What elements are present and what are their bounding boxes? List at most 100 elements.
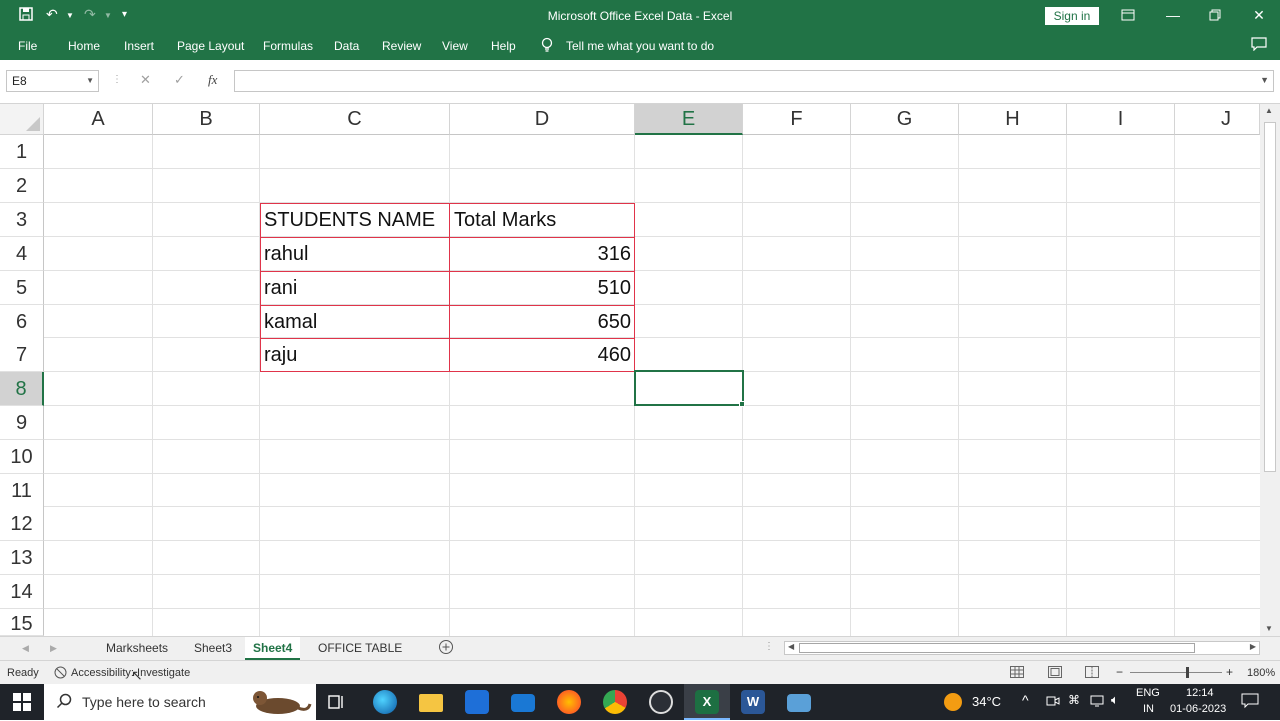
weather-sun-icon[interactable] bbox=[944, 693, 962, 711]
minimize-button[interactable]: — bbox=[1158, 4, 1188, 26]
column-header-f[interactable]: F bbox=[743, 104, 851, 135]
row-header-12[interactable]: 12 bbox=[0, 507, 44, 541]
normal-view-icon[interactable] bbox=[1010, 666, 1024, 681]
input-indicator-icon[interactable]: ⌘ bbox=[1068, 693, 1080, 707]
tab-help[interactable]: Help bbox=[491, 39, 516, 53]
new-sheet-icon[interactable] bbox=[438, 639, 454, 658]
row-header-15[interactable]: 15 bbox=[0, 609, 44, 636]
file-explorer-icon[interactable] bbox=[419, 694, 443, 712]
network-icon[interactable] bbox=[1090, 694, 1104, 711]
row-header-1[interactable]: 1 bbox=[0, 135, 44, 169]
row-header-3[interactable]: 3 bbox=[0, 203, 44, 237]
taskbar-search-box[interactable]: Type here to search bbox=[44, 684, 316, 720]
chrome-icon[interactable] bbox=[603, 690, 627, 714]
remote-desktop-icon[interactable] bbox=[787, 694, 811, 712]
column-header-e[interactable]: E bbox=[635, 104, 743, 135]
zoom-level[interactable]: 180% bbox=[1247, 667, 1275, 679]
row-header-9[interactable]: 9 bbox=[0, 406, 44, 440]
row-header-14[interactable]: 14 bbox=[0, 575, 44, 609]
zoom-in-icon[interactable]: + bbox=[1226, 665, 1233, 679]
column-header-d[interactable]: D bbox=[450, 104, 635, 135]
sheet-tab-sheet3[interactable]: Sheet3 bbox=[194, 641, 232, 655]
tab-split-icon[interactable]: ⋮ bbox=[764, 641, 774, 652]
accessibility-icon[interactable] bbox=[54, 666, 67, 682]
zoom-slider[interactable] bbox=[1130, 672, 1222, 673]
active-cell[interactable] bbox=[634, 370, 744, 406]
column-header-c[interactable]: C bbox=[260, 104, 450, 135]
weather-temperature[interactable]: 34°C bbox=[972, 694, 1001, 709]
row-header-7[interactable]: 7 bbox=[0, 338, 44, 372]
row-header-8[interactable]: 8 bbox=[0, 372, 44, 406]
formula-input[interactable]: ▼ bbox=[234, 70, 1274, 92]
cancel-icon[interactable]: ✕ bbox=[140, 72, 151, 88]
sign-in-button[interactable]: Sign in bbox=[1045, 7, 1099, 25]
table-cell-name[interactable]: raju bbox=[264, 338, 448, 372]
row-header-5[interactable]: 5 bbox=[0, 271, 44, 305]
firefox-icon[interactable] bbox=[557, 690, 581, 714]
column-header-b[interactable]: B bbox=[153, 104, 260, 135]
tab-insert[interactable]: Insert bbox=[124, 39, 154, 53]
language-indicator[interactable]: ENG bbox=[1136, 687, 1160, 699]
row-header-6[interactable]: 6 bbox=[0, 305, 44, 339]
tab-page-layout[interactable]: Page Layout bbox=[177, 39, 244, 53]
table-cell-marks[interactable]: 316 bbox=[454, 237, 631, 271]
table-cell-marks[interactable]: 510 bbox=[454, 271, 631, 305]
excel-icon[interactable]: X bbox=[695, 690, 719, 714]
table-header-name[interactable]: STUDENTS NAME bbox=[264, 203, 448, 237]
tell-me-search[interactable]: Tell me what you want to do bbox=[566, 39, 714, 53]
notification-icon[interactable] bbox=[1241, 693, 1259, 712]
zoom-slider-thumb[interactable] bbox=[1186, 667, 1189, 678]
column-header-g[interactable]: G bbox=[851, 104, 959, 135]
edge-browser-icon[interactable] bbox=[373, 690, 397, 714]
chevron-up-icon[interactable]: ^ bbox=[1022, 692, 1029, 708]
column-header-j[interactable]: J bbox=[1175, 104, 1260, 135]
vertical-scrollbar[interactable]: ▲ ▼ bbox=[1260, 104, 1280, 636]
table-cell-name[interactable]: rahul bbox=[264, 237, 448, 271]
sheet-tab-sheet4[interactable]: Sheet4 bbox=[245, 637, 301, 660]
prev-sheet-icon[interactable]: ◀ bbox=[22, 643, 29, 654]
table-header-marks[interactable]: Total Marks bbox=[454, 203, 632, 237]
tab-review[interactable]: Review bbox=[382, 39, 421, 53]
insert-function-icon[interactable]: fx bbox=[208, 72, 217, 88]
restore-button[interactable] bbox=[1200, 4, 1230, 26]
clock-time[interactable]: 12:14 bbox=[1186, 687, 1214, 699]
select-all-corner[interactable] bbox=[0, 104, 44, 135]
expand-formula-bar-icon[interactable]: ▼ bbox=[1260, 75, 1269, 85]
chevron-down-icon[interactable]: ▼ bbox=[86, 71, 94, 91]
comments-icon[interactable] bbox=[1251, 37, 1267, 54]
row-header-2[interactable]: 2 bbox=[0, 169, 44, 203]
horizontal-scroll-thumb[interactable] bbox=[799, 643, 1195, 653]
tab-data[interactable]: Data bbox=[334, 39, 359, 53]
scroll-down-icon[interactable]: ▼ bbox=[1265, 624, 1273, 633]
close-button[interactable]: ✕ bbox=[1244, 4, 1274, 26]
excel-taskbar-active[interactable]: X bbox=[684, 684, 730, 720]
meet-now-icon[interactable] bbox=[1046, 694, 1060, 711]
sheet-tab-office-table[interactable]: OFFICE TABLE bbox=[318, 641, 402, 655]
task-view-icon[interactable] bbox=[326, 692, 350, 716]
tab-view[interactable]: View bbox=[442, 39, 468, 53]
fill-handle[interactable] bbox=[739, 401, 745, 407]
windows-start-icon[interactable] bbox=[13, 693, 31, 716]
zoom-out-icon[interactable]: − bbox=[1116, 665, 1123, 679]
table-cell-name[interactable]: rani bbox=[264, 271, 448, 305]
next-sheet-icon[interactable]: ▶ bbox=[50, 643, 57, 654]
tab-home[interactable]: Home bbox=[68, 39, 100, 53]
sheet-tab-marksheets[interactable]: Marksheets bbox=[106, 641, 168, 655]
page-break-view-icon[interactable] bbox=[1085, 666, 1099, 681]
name-box[interactable]: E8 ▼ bbox=[6, 70, 99, 92]
row-header-4[interactable]: 4 bbox=[0, 237, 44, 271]
volume-icon[interactable]: 🔈︎ bbox=[1111, 692, 1119, 708]
region-indicator[interactable]: IN bbox=[1143, 703, 1154, 715]
table-cell-name[interactable]: kamal bbox=[264, 305, 448, 339]
tab-file[interactable]: File bbox=[18, 39, 37, 53]
clock-date[interactable]: 01-06-2023 bbox=[1170, 703, 1226, 715]
column-header-h[interactable]: H bbox=[959, 104, 1067, 135]
mail-icon[interactable] bbox=[511, 694, 535, 712]
page-layout-view-icon[interactable] bbox=[1048, 666, 1062, 681]
column-header-i[interactable]: I bbox=[1067, 104, 1175, 135]
column-header-a[interactable]: A bbox=[44, 104, 153, 135]
word-icon[interactable]: W bbox=[741, 690, 765, 714]
vertical-scroll-thumb[interactable] bbox=[1264, 122, 1276, 472]
microsoft-store-icon[interactable] bbox=[465, 690, 489, 714]
enter-icon[interactable]: ✓ bbox=[174, 72, 185, 88]
